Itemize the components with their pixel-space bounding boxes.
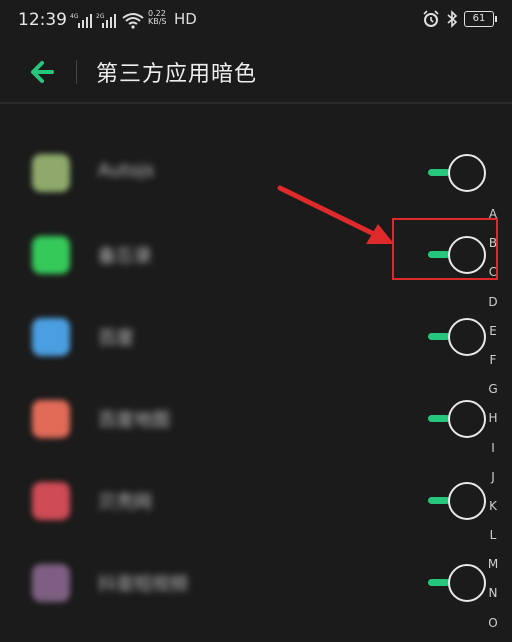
index-letter-n[interactable]: N: [480, 583, 506, 612]
list-item: 百度地图: [0, 376, 512, 458]
index-letter-k[interactable]: K: [480, 496, 506, 525]
toggle-track: [428, 579, 450, 586]
app-name: 百度: [98, 328, 134, 349]
toggle-track: [428, 415, 450, 422]
dark-mode-toggle[interactable]: [428, 317, 486, 356]
list-item: 抖音短视频: [0, 540, 512, 622]
toggle-track: [428, 333, 450, 340]
toggle-knob: [448, 154, 486, 192]
app-icon: [32, 318, 70, 356]
header-divider: [76, 60, 77, 84]
app-name: 抖音短视频: [98, 574, 188, 595]
net2-label: 2G: [96, 13, 105, 20]
signal-icon: 4G 2G: [70, 13, 144, 29]
app-name: 备忘录: [98, 246, 152, 267]
app-icon: [32, 154, 70, 192]
dark-mode-toggle[interactable]: [428, 399, 486, 438]
toggle-track: [428, 497, 450, 504]
index-letter-d[interactable]: D: [480, 292, 506, 321]
dark-mode-toggle[interactable]: [428, 481, 486, 520]
bluetooth-icon: [447, 10, 458, 28]
app-name: 百度地图: [98, 410, 170, 431]
dark-mode-toggle[interactable]: [428, 153, 486, 192]
index-letter-j[interactable]: J: [480, 467, 506, 496]
status-bar: 12:39 4G 2G 0.22 KB/S HD 61: [0, 0, 512, 44]
app-icon: [32, 564, 70, 602]
status-right: 61: [422, 10, 497, 28]
app-icon: [32, 400, 70, 438]
dark-mode-toggle[interactable]: [428, 563, 486, 602]
back-button[interactable]: [26, 56, 66, 88]
page-title: 第三方应用暗色: [96, 62, 258, 87]
annotation-arrow-icon: [277, 185, 394, 244]
index-letter-e[interactable]: E: [480, 321, 506, 350]
index-letter-m[interactable]: M: [480, 554, 506, 583]
net1-label: 4G: [70, 13, 79, 20]
list-item: Autojs: [0, 130, 512, 212]
app-name: Autojs: [98, 160, 155, 181]
alarm-icon: [423, 10, 439, 27]
back-arrow-icon: [31, 61, 54, 83]
battery-icon: 61: [464, 11, 497, 27]
index-letter-f[interactable]: F: [480, 350, 506, 379]
app-name: 贝壳网: [98, 492, 152, 513]
status-time: 12:39: [18, 10, 67, 30]
index-letter-h[interactable]: H: [480, 408, 506, 437]
index-letter-o[interactable]: O: [480, 613, 506, 642]
hd-indicator: HD: [174, 10, 197, 28]
header: 第三方应用暗色: [0, 44, 512, 100]
index-letter-g[interactable]: G: [480, 379, 506, 408]
list-item: 贝壳网: [0, 458, 512, 540]
index-letter-i[interactable]: I: [480, 438, 506, 467]
top-separator: [0, 102, 512, 104]
net-speed: 0.22 KB/S: [148, 9, 167, 26]
index-letter-l[interactable]: L: [480, 525, 506, 554]
app-icon: [32, 482, 70, 520]
app-icon: [32, 236, 70, 274]
list-item: 百度: [0, 294, 512, 376]
toggle-track: [428, 169, 450, 176]
